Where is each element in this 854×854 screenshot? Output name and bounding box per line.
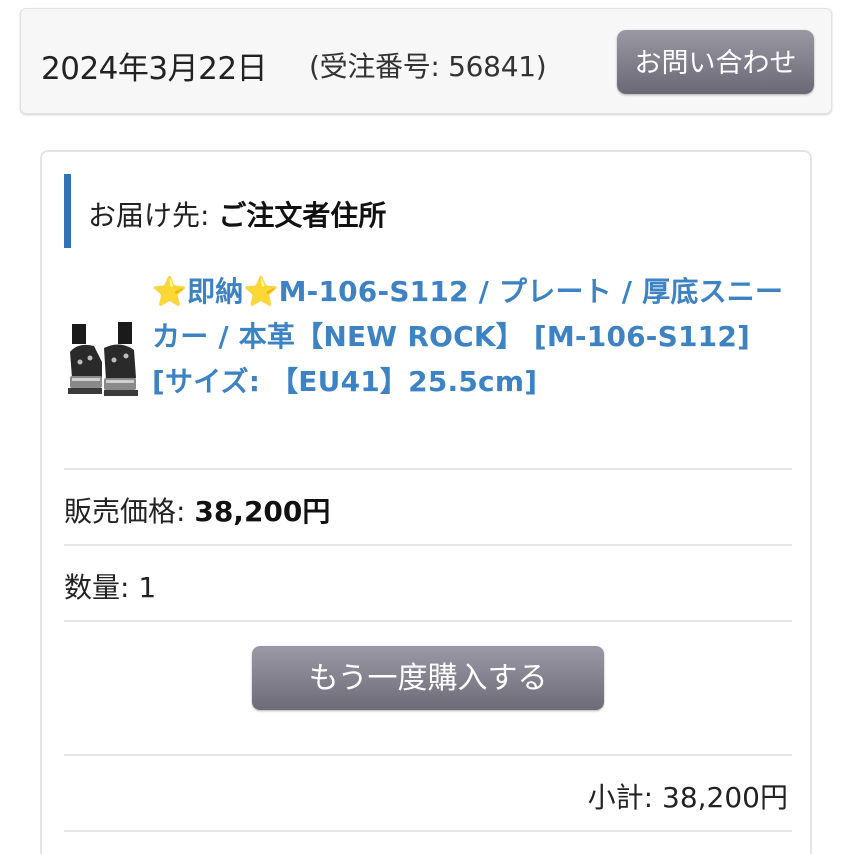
quantity-label: 数量: [64, 571, 139, 604]
divider [64, 830, 792, 832]
destination-value: ご注文者住所 [218, 199, 387, 232]
quantity-value: 1 [138, 571, 157, 604]
star-icon: ⭐ [152, 275, 188, 308]
reorder-button[interactable]: もう一度購入する [252, 646, 604, 710]
order-number: (受注番号: 56841) [309, 50, 547, 83]
star-icon: ⭐ [243, 275, 279, 308]
price-value: 38,200円 [194, 495, 331, 528]
quantity-row: 数量: 1 [64, 566, 156, 606]
price-label: 販売価格: [64, 495, 195, 528]
divider [64, 468, 792, 470]
divider [64, 620, 792, 622]
order-date: 2024年3月22日 [41, 51, 268, 87]
price-row: 販売価格: 38,200円 [64, 490, 330, 530]
product-size: [サイズ: 【EU41】25.5cm] [152, 365, 538, 398]
destination-row: お届け先: ご注文者住所 [88, 194, 386, 234]
subtotal-row: 小計: 38,200円 [588, 776, 788, 816]
destination-label: お届け先: [88, 199, 219, 232]
platform-sneaker-image[interactable] [68, 322, 138, 398]
shipment-card: お届け先: ご注文者住所 ⭐即納⭐M-106-S112 / プレート / 厚底ス… [40, 150, 812, 854]
product-name-link[interactable]: ⭐即納⭐M-106-S112 / プレート / 厚底スニーカー / 本革【NEW… [152, 269, 792, 404]
contact-button[interactable]: お問い合わせ [617, 30, 814, 94]
subtotal-value: 38,200円 [662, 781, 788, 814]
product-name-part1: 即納 [187, 275, 244, 308]
order-header: 2024年3月22日 (受注番号: 56841) お問い合わせ [20, 8, 832, 114]
divider [64, 544, 792, 546]
subtotal-label: 小計: [587, 781, 663, 814]
order-history-page: 2024年3月22日 (受注番号: 56841) お問い合わせ お届け先: ご注… [0, 0, 854, 854]
destination-accent-bar [64, 174, 71, 248]
divider [64, 754, 792, 756]
